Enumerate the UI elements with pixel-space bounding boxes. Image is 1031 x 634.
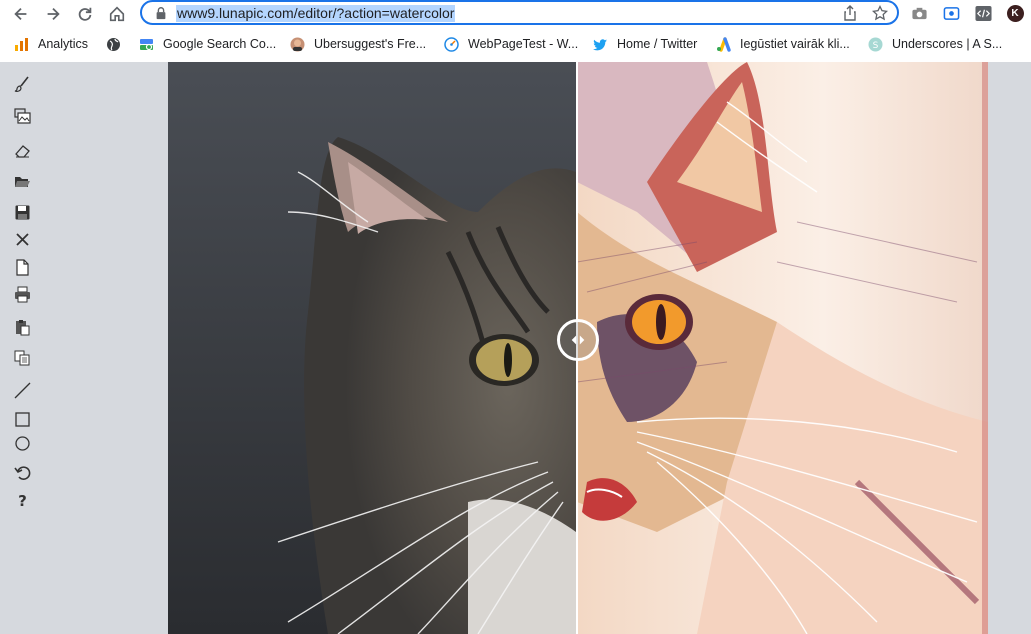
close-tool[interactable]: [12, 229, 32, 249]
home-icon: [109, 6, 125, 22]
code-icon: [974, 5, 992, 21]
undo-icon: [13, 465, 30, 480]
globe-icon: [107, 37, 120, 51]
screen-record-icon: [943, 6, 959, 20]
paste-icon: [15, 319, 29, 335]
browser-toolbar: www9.lunapic.com/editor/?action=watercol…: [0, 0, 1031, 27]
eraser-icon: [14, 144, 30, 158]
arrow-right-icon: [47, 7, 60, 21]
bookmarks-bar: Analytics Google Search Co... Ubersugges…: [0, 30, 1031, 58]
bookmark-underscores[interactable]: S Underscores | A S...: [868, 35, 1002, 53]
underscores-icon: S: [868, 37, 883, 51]
bookmark-globe[interactable]: [106, 35, 130, 53]
code-extension-button[interactable]: [974, 4, 992, 22]
bookmark-analytics[interactable]: Analytics: [14, 35, 88, 53]
star-icon[interactable]: [872, 5, 888, 21]
arrow-left-icon: [14, 7, 27, 21]
help-icon: ?: [18, 492, 27, 509]
bookmark-google-ads[interactable]: Iegūstiet vairāk kli...: [716, 35, 850, 53]
original-photo: [168, 62, 576, 634]
bookmark-webpagetest[interactable]: WebPageTest - W...: [444, 35, 578, 53]
print-tool[interactable]: [12, 284, 32, 304]
camera-icon: [911, 7, 927, 19]
new-file-icon: [15, 258, 29, 276]
twitter-icon: [593, 38, 607, 50]
help-tool[interactable]: ?: [12, 490, 32, 510]
lock-icon: [156, 7, 166, 20]
image-comparison-canvas[interactable]: [168, 62, 988, 634]
brush-icon: [14, 76, 29, 92]
copy-tool[interactable]: [12, 347, 32, 367]
google-ads-icon: [717, 36, 731, 52]
analytics-icon: [15, 37, 28, 51]
printer-icon: [14, 286, 30, 302]
bookmark-label: WebPageTest - W...: [468, 37, 579, 51]
search-console-icon: [140, 38, 153, 50]
bookmark-label: Home / Twitter: [617, 37, 698, 51]
profile-button[interactable]: K: [1006, 4, 1024, 22]
circle-tool[interactable]: [12, 433, 32, 453]
open-tool[interactable]: [12, 171, 32, 191]
svg-text:S: S: [873, 41, 879, 51]
comparison-slider-handle[interactable]: [557, 319, 599, 361]
bookmark-google-search-console[interactable]: Google Search Co...: [139, 35, 276, 53]
tool-palette: ?: [0, 62, 44, 634]
screen-recorder-extension-button[interactable]: [942, 4, 960, 22]
bookmark-label: Analytics: [38, 37, 89, 51]
bookmark-ubersuggest[interactable]: Ubersuggest's Fre...: [290, 35, 426, 53]
paste-tool[interactable]: [12, 317, 32, 337]
circle-icon: [14, 435, 30, 451]
url-text[interactable]: www9.lunapic.com/editor/?action=watercol…: [176, 5, 456, 22]
reload-button[interactable]: [74, 3, 96, 25]
svg-text:?: ?: [18, 492, 27, 509]
layers-tool[interactable]: [12, 106, 32, 126]
bookmark-twitter[interactable]: Home / Twitter: [593, 35, 697, 53]
new-tool[interactable]: [12, 257, 32, 277]
undo-tool[interactable]: [12, 462, 32, 482]
avatar: K: [1006, 4, 1024, 22]
save-tool[interactable]: [12, 202, 32, 222]
share-icon[interactable]: [842, 5, 858, 21]
webpagetest-icon: [444, 36, 459, 52]
folder-open-icon: [14, 176, 30, 187]
bookmark-label: Underscores | A S...: [892, 37, 1003, 51]
bookmark-label: Ubersuggest's Fre...: [314, 37, 427, 51]
back-button[interactable]: [10, 3, 32, 25]
brush-tool[interactable]: [12, 74, 32, 94]
chevron-left-right-icon: [571, 335, 585, 345]
line-icon: [14, 382, 30, 398]
avatar-initial: K: [1011, 7, 1019, 19]
line-tool[interactable]: [12, 380, 32, 400]
watercolor-photo: [577, 62, 988, 634]
reload-icon: [78, 7, 92, 21]
eraser-tool[interactable]: [12, 140, 32, 160]
home-button[interactable]: [106, 3, 128, 25]
editor-right-margin: [988, 62, 1031, 634]
floppy-icon: [15, 205, 29, 219]
bookmark-label: Iegūstiet vairāk kli...: [740, 37, 850, 51]
close-icon: [15, 232, 29, 246]
layers-icon: [13, 107, 31, 124]
rectangle-icon: [14, 411, 30, 427]
editor-area: ?: [0, 62, 1031, 634]
forward-button[interactable]: [42, 3, 64, 25]
rectangle-tool[interactable]: [12, 409, 32, 429]
ubersuggest-icon: [290, 37, 305, 51]
copy-icon: [14, 350, 29, 365]
address-bar[interactable]: www9.lunapic.com/editor/?action=watercol…: [140, 0, 899, 25]
camera-extension-button[interactable]: [910, 4, 928, 22]
bookmark-label: Google Search Co...: [163, 37, 277, 51]
